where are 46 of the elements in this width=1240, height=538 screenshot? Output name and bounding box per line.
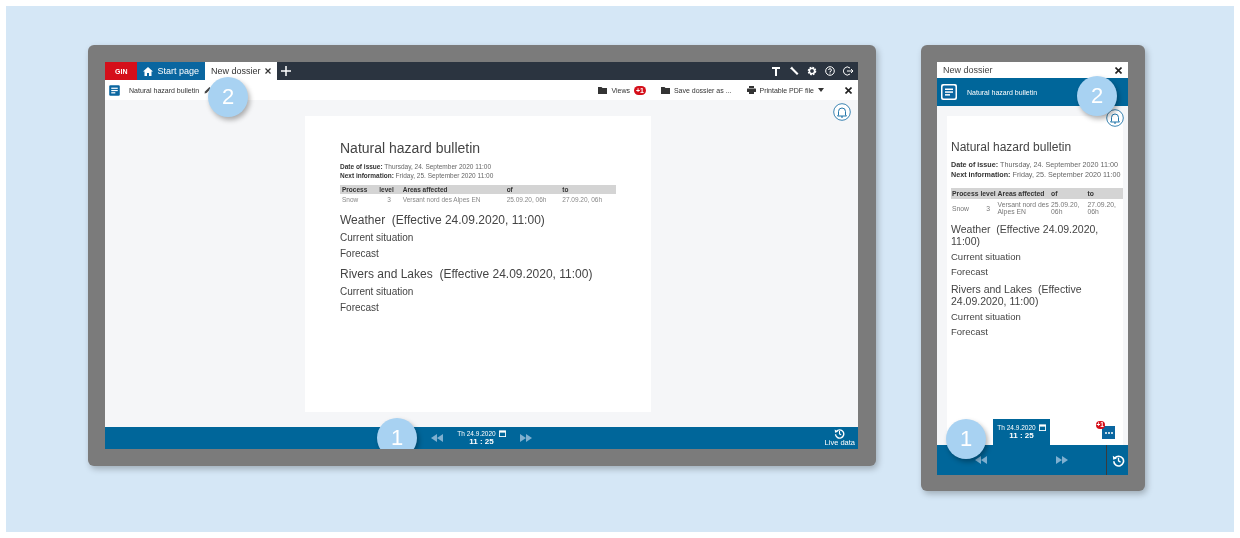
bulletin-title: Natural hazard bulletin (951, 140, 1073, 154)
settings-icon[interactable] (807, 66, 817, 76)
document-icon (941, 84, 957, 100)
home-icon (143, 66, 154, 76)
section-link[interactable]: Current situation (951, 311, 1123, 323)
calendar-icon[interactable] (1038, 424, 1046, 431)
bell-icon[interactable] (1106, 109, 1124, 127)
folder-icon (660, 86, 670, 94)
section-link[interactable]: Forecast (340, 248, 616, 260)
more-icon (1104, 431, 1113, 434)
calendar-icon[interactable] (498, 430, 506, 437)
section-link[interactable]: Current situation (340, 286, 616, 298)
history-icon[interactable] (834, 428, 846, 439)
section-heading: Rivers and Lakes (Effective 24.09.2020, 11:00) (340, 267, 594, 282)
rewind-icon[interactable] (975, 456, 987, 464)
section-heading: Weather (Effective 24.09.2020, 11:00) (951, 223, 1100, 248)
time-label: 11 : 25 (1009, 431, 1034, 440)
tab[interactable]: Start page (137, 62, 205, 80)
tab[interactable]: New dossier (205, 62, 277, 80)
time-label: 11 : 25 (469, 437, 494, 446)
window-title: New dossier (943, 65, 993, 75)
close-icon[interactable] (264, 68, 271, 74)
rewind-icon[interactable] (431, 434, 444, 442)
history-icon[interactable] (1112, 453, 1125, 467)
folder-icon (598, 86, 608, 94)
section-link[interactable]: Forecast (951, 266, 1123, 278)
document-icon (108, 83, 121, 97)
fast-forward-icon[interactable] (1056, 456, 1068, 464)
section-heading: Rivers and Lakes (Effective 24.09.2020, 11:00) (951, 283, 1083, 308)
text-icon[interactable] (771, 66, 781, 76)
printer-icon (746, 86, 756, 94)
section-heading: Weather (Effective 24.09.2020, 11:00) (340, 213, 546, 228)
close-icon[interactable] (1115, 66, 1122, 74)
add-tab-icon[interactable] (280, 66, 291, 76)
bell-icon[interactable] (833, 103, 851, 121)
logout-icon[interactable] (843, 66, 854, 76)
caret-icon (818, 88, 824, 92)
section-link[interactable]: Forecast (340, 302, 616, 314)
section-link[interactable]: Current situation (951, 251, 1123, 263)
help-icon[interactable] (825, 66, 835, 76)
bulletin-title: Natural hazard bulletin (340, 140, 482, 156)
chat-button[interactable] (1102, 426, 1115, 439)
fast-forward-icon[interactable] (519, 434, 532, 442)
section-link[interactable]: Current situation (340, 232, 616, 244)
section-link[interactable]: Forecast (951, 326, 1123, 338)
close-icon[interactable] (845, 86, 852, 94)
